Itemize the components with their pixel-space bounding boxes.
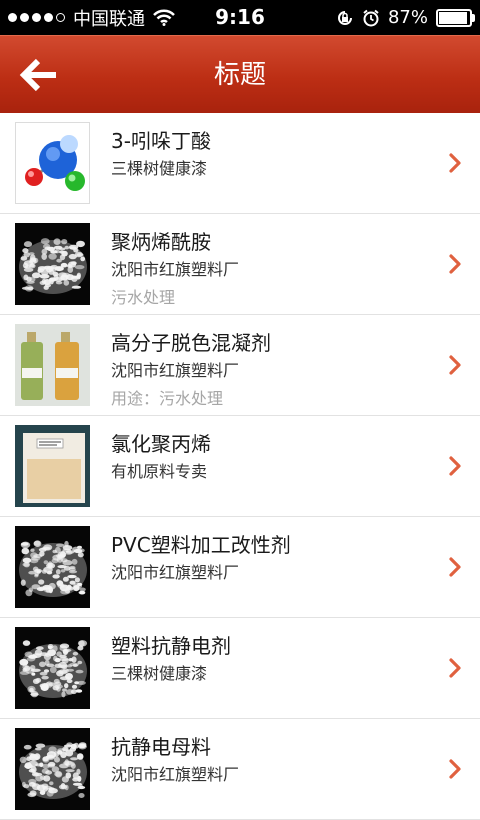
rotation-lock-icon xyxy=(338,10,352,25)
product-title: 塑料抗静电剂 xyxy=(111,634,231,658)
header-bar: 标题 xyxy=(0,35,480,114)
battery-percent: 87% xyxy=(387,7,428,28)
product-title: PVC塑料加工改性剂 xyxy=(111,533,291,557)
product-vendor: 沈阳市红旗塑料厂 xyxy=(111,765,240,784)
product-thumbnail xyxy=(15,223,90,305)
product-vendor: 沈阳市红旗塑料厂 xyxy=(111,361,240,380)
list-item[interactable]: 高分子脱色混凝剂 沈阳市红旗塑料厂 用途：污水处理 xyxy=(0,315,480,416)
product-title: 聚炳烯酰胺 xyxy=(111,230,211,254)
product-thumbnail xyxy=(15,324,90,406)
chevron-right-icon xyxy=(449,153,461,173)
page-title: 标题 xyxy=(213,60,266,90)
status-right: 87% xyxy=(336,0,475,35)
product-thumbnail xyxy=(15,526,90,608)
product-vendor: 有机原料专卖 xyxy=(111,462,208,481)
back-arrow-icon xyxy=(19,58,56,92)
chevron-right-icon xyxy=(449,355,461,375)
product-list: 3-吲哚丁酸 三棵树健康漆 聚炳烯酰胺 沈阳市红旗塑料厂 污水处理 高分子脱色混… xyxy=(0,113,480,820)
back-button[interactable] xyxy=(10,46,68,104)
list-item[interactable]: 塑料抗静电剂 三棵树健康漆 xyxy=(0,618,480,719)
chevron-right-icon xyxy=(449,254,461,274)
alarm-icon xyxy=(363,9,379,26)
product-title: 氯化聚丙烯 xyxy=(111,432,211,456)
product-vendor: 沈阳市红旗塑料厂 xyxy=(111,563,240,582)
product-vendor: 三棵树健康漆 xyxy=(111,664,208,683)
product-thumbnail xyxy=(15,627,90,709)
product-thumbnail xyxy=(15,728,90,810)
product-vendor: 三棵树健康漆 xyxy=(111,159,208,178)
chevron-right-icon xyxy=(449,658,461,678)
product-note: 污水处理 xyxy=(111,288,176,307)
chevron-right-icon xyxy=(449,456,461,476)
product-title: 3-吲哚丁酸 xyxy=(111,129,211,153)
list-item[interactable]: 3-吲哚丁酸 三棵树健康漆 xyxy=(0,113,480,214)
product-vendor: 沈阳市红旗塑料厂 xyxy=(111,260,240,279)
battery-icon xyxy=(436,8,475,27)
list-item[interactable]: 抗静电母料 沈阳市红旗塑料厂 xyxy=(0,719,480,820)
chevron-right-icon xyxy=(449,759,461,779)
list-item[interactable]: 聚炳烯酰胺 沈阳市红旗塑料厂 污水处理 xyxy=(0,214,480,315)
product-thumbnail xyxy=(15,425,90,507)
status-bar: 中国联通 9:16 87% xyxy=(0,0,480,35)
product-note: 用途：污水处理 xyxy=(111,389,224,408)
product-title: 高分子脱色混凝剂 xyxy=(111,331,271,355)
list-item[interactable]: 氯化聚丙烯 有机原料专卖 xyxy=(0,416,480,517)
list-item[interactable]: PVC塑料加工改性剂 沈阳市红旗塑料厂 xyxy=(0,517,480,618)
chevron-right-icon xyxy=(449,557,461,577)
product-title: 抗静电母料 xyxy=(111,735,211,759)
product-thumbnail xyxy=(15,122,90,204)
